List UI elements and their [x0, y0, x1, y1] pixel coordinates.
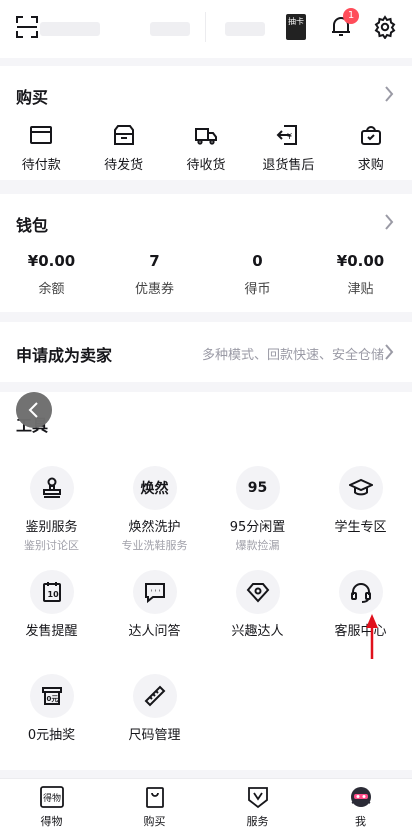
tab-service[interactable]: 服务	[206, 779, 309, 838]
section-title: 购买	[16, 88, 49, 107]
calendar-icon: 10	[42, 582, 61, 602]
tools-section: 工具 鉴别服务 鉴别讨论区 焕然 焕然洗护 专业洗鞋服务 95 95分闲置 爆款…	[0, 392, 412, 770]
notification-badge: 1	[343, 8, 359, 24]
top-bar: 抽卡 1	[0, 0, 412, 58]
stamp-icon	[42, 477, 61, 498]
shopping-bag-icon	[145, 787, 164, 808]
chevron-right-icon	[385, 344, 394, 360]
tool-free-lottery[interactable]: 0元 0元抽奖	[0, 674, 103, 743]
purchase-item-returns[interactable]: ¥ 退货售后	[247, 124, 329, 173]
diamond-icon	[246, 583, 269, 603]
back-button[interactable]	[16, 392, 52, 428]
truck-icon	[194, 128, 217, 145]
card-icon	[30, 126, 53, 144]
tool-appraisal[interactable]: 鉴别服务 鉴别讨论区	[0, 466, 103, 553]
svg-text:10: 10	[47, 590, 59, 599]
tool-95-idle[interactable]: 95 95分闲置 爆款捡漏	[206, 466, 309, 553]
svg-text:得物: 得物	[43, 792, 61, 804]
seller-apply-row[interactable]: 申请成为卖家 多种模式、回款快速、安全仓储	[0, 322, 412, 382]
tool-release-reminder[interactable]: 10 发售提醒	[0, 570, 103, 639]
lottery-card-button[interactable]: 抽卡	[286, 14, 306, 40]
wallet-allowance[interactable]: ¥0.00 津贴	[309, 252, 412, 297]
purchase-item-pending-receipt[interactable]: 待收货	[165, 124, 247, 173]
gear-icon[interactable]	[373, 15, 397, 39]
purchase-item-wanted[interactable]: 求购	[330, 124, 412, 173]
svg-text:0元: 0元	[46, 695, 58, 703]
divider	[205, 12, 206, 42]
tab-dewu[interactable]: 得物 得物	[0, 779, 103, 838]
red-arrow-annotation	[366, 614, 378, 659]
wallet-section: 钱包 ¥0.00 余额 7 优惠券 0 得币 ¥0.00 津贴	[0, 194, 412, 312]
tool-customer-service[interactable]: 客服中心	[309, 570, 412, 639]
graduation-cap-icon	[348, 478, 373, 496]
seller-subtitle: 多种模式、回款快速、安全仓储	[201, 348, 384, 363]
shield-v-icon	[247, 787, 268, 809]
wallet-coupons[interactable]: 7 优惠券	[103, 252, 206, 297]
wallet-coins[interactable]: 0 得币	[206, 252, 309, 297]
tool-interest-expert[interactable]: 兴趣达人	[206, 570, 309, 639]
avatar-icon	[350, 787, 371, 807]
chevron-right-icon[interactable]	[384, 86, 394, 102]
95-icon: 95	[247, 480, 268, 496]
tab-me[interactable]: 我	[309, 779, 412, 838]
svg-text:¥: ¥	[287, 132, 292, 141]
chat-icon	[144, 583, 165, 604]
bottom-tab-bar: 得物 得物 购买 服务 我	[0, 778, 412, 838]
tool-size-management[interactable]: 尺码管理	[103, 674, 206, 743]
bag-icon	[360, 126, 381, 145]
return-icon: ¥	[276, 125, 298, 145]
huanran-icon: 焕然	[140, 481, 169, 497]
purchase-section: 购买 待付款 待发货 待收货 ¥ 退货售后 求购	[0, 66, 412, 180]
purchase-item-pending-shipment[interactable]: 待发货	[82, 124, 164, 173]
scan-icon[interactable]	[16, 16, 38, 38]
package-icon	[113, 125, 134, 145]
wallet-balance[interactable]: ¥0.00 余额	[0, 252, 103, 297]
chevron-right-icon[interactable]	[384, 214, 394, 230]
faded-text	[225, 22, 265, 36]
headset-icon	[350, 583, 371, 603]
dewu-icon: 得物	[39, 786, 64, 808]
lottery-icon: 0元	[41, 687, 62, 705]
tool-expert-qa[interactable]: 达人问答	[103, 570, 206, 639]
faded-text	[150, 22, 190, 36]
section-title: 申请成为卖家	[16, 346, 113, 365]
faded-text	[40, 22, 100, 36]
section-title: 钱包	[16, 216, 49, 235]
tool-student-zone[interactable]: 学生专区	[309, 466, 412, 535]
purchase-item-pending-payment[interactable]: 待付款	[0, 124, 82, 173]
tool-huanran-care[interactable]: 焕然 焕然洗护 专业洗鞋服务	[103, 466, 206, 553]
ruler-icon	[144, 685, 165, 707]
tab-buy[interactable]: 购买	[103, 779, 206, 838]
